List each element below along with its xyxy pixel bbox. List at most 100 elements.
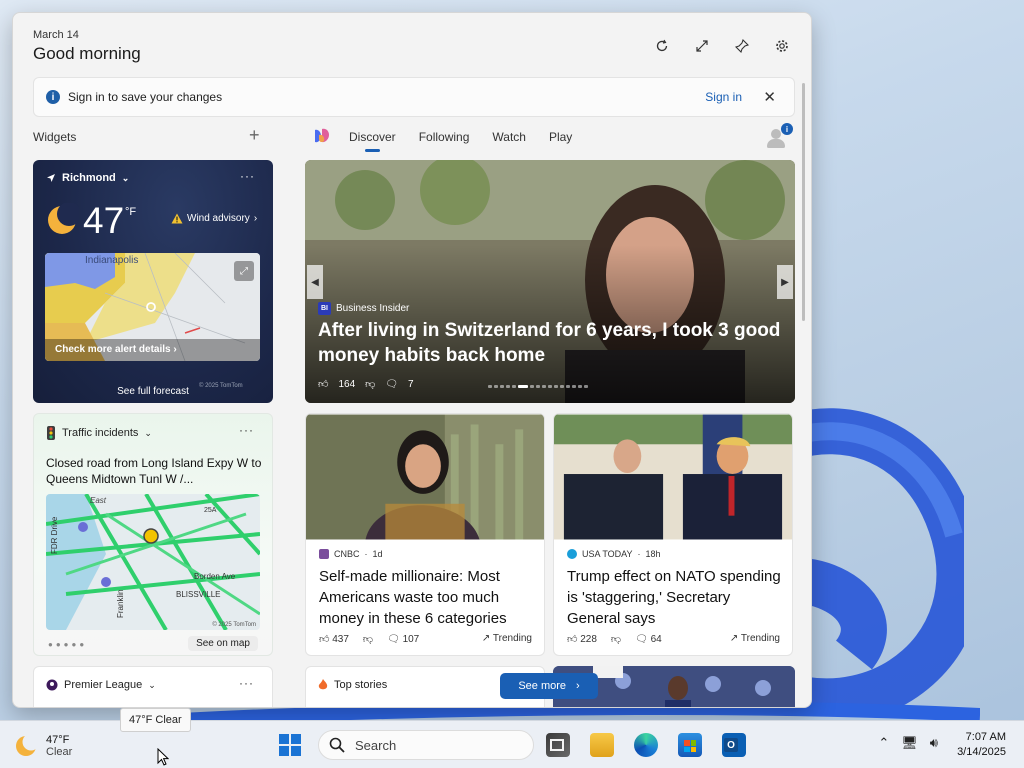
avatar-body	[767, 139, 785, 148]
article-image	[554, 414, 792, 540]
article-image	[306, 414, 544, 540]
search-icon	[329, 737, 345, 753]
comment-icon[interactable]: 🗨︎ 107	[387, 634, 419, 645]
check-alert-details-label: Check more alert details	[55, 344, 171, 355]
carousel-dots[interactable]: ●●●●●	[48, 640, 87, 649]
close-icon[interactable]: ✕	[763, 88, 776, 106]
weather-alert-map[interactable]: Indianapolis ⤢ Check more alert details …	[45, 253, 260, 361]
expand-map-icon[interactable]: ⤢	[234, 261, 254, 281]
volume-icon[interactable]: 🔊︎	[930, 735, 938, 751]
map-label-borden: Borden Ave	[194, 572, 236, 581]
traffic-widget[interactable]: Traffic incidents ⌄ ··· Closed road from…	[33, 413, 273, 656]
usa-today-logo-icon	[567, 549, 577, 559]
see-full-forecast-link[interactable]: See full forecast	[33, 386, 273, 397]
more-options-icon[interactable]: ···	[239, 423, 254, 437]
tab-discover[interactable]: Discover	[349, 130, 396, 152]
task-view-icon[interactable]	[546, 733, 570, 757]
microsoft-store-icon[interactable]	[678, 733, 702, 757]
article-title[interactable]: Trump effect on NATO spending is 'stagge…	[567, 566, 785, 629]
hero-comment-count: 7	[408, 378, 414, 390]
feed-scrollbar[interactable]	[802, 83, 805, 321]
moon-icon	[16, 734, 38, 756]
notification-badge-icon: i	[781, 123, 793, 135]
tab-play[interactable]: Play	[549, 130, 572, 144]
hero-next-icon[interactable]: ▶	[777, 265, 793, 299]
premier-league-widget[interactable]: Premier League ⌄ ···	[33, 666, 273, 707]
map-label-franklin: Franklin	[116, 589, 125, 618]
hero-source: BI Business Insider	[318, 302, 409, 315]
article-source-label: CNBC	[334, 549, 360, 559]
weather-unit: °F	[125, 206, 137, 218]
traffic-incident-text: Closed road from Long Island Expy W to Q…	[46, 456, 262, 486]
comment-icon[interactable]: 🗨︎	[385, 379, 398, 390]
tab-watch[interactable]: Watch	[492, 130, 526, 144]
premier-league-title[interactable]: Premier League ⌄	[46, 679, 156, 691]
wind-advisory-label: Wind advisory	[187, 213, 250, 224]
weather-tooltip: 47°F Clear	[120, 708, 191, 732]
dislike-icon[interactable]: 👎︎	[363, 633, 373, 645]
expand-icon[interactable]	[693, 37, 711, 55]
article-source: USA TODAY · 18h	[567, 549, 661, 559]
see-more-button[interactable]: See more ›	[500, 673, 598, 699]
windows-icon[interactable]	[279, 734, 301, 756]
clock-date: 3/14/2025	[957, 746, 1006, 758]
comment-count: 64	[650, 633, 662, 645]
hero-pager[interactable]	[488, 385, 588, 388]
like-icon[interactable]: 👍︎ 228	[567, 633, 597, 645]
hero-reactions: 👍︎ 164 👎︎ 🗨︎ 7	[318, 378, 414, 391]
see-on-map-button[interactable]: See on map	[188, 636, 258, 651]
weather-location[interactable]: Richmond ⌄	[46, 172, 129, 184]
outlook-icon[interactable]: O	[722, 733, 746, 757]
hero-article[interactable]: ◀ ▶ BI Business Insider After living in …	[305, 160, 795, 403]
file-explorer-icon[interactable]	[590, 733, 614, 757]
like-count: 228	[580, 634, 597, 645]
plus-icon[interactable]: +	[249, 125, 260, 146]
widgets-panel: March 14 Good morning i Sign in to save …	[12, 12, 812, 708]
more-options-icon[interactable]: ···	[239, 676, 254, 690]
warning-icon	[171, 213, 183, 224]
wind-advisory-link[interactable]: Wind advisory ›	[171, 213, 257, 224]
chevron-up-icon[interactable]: ⌃	[878, 735, 889, 751]
top-stories-title: Top stories	[318, 679, 387, 691]
cnbc-logo-icon	[319, 549, 329, 559]
map-label-fdr: FDR Drive	[50, 516, 59, 554]
see-more-label: See more	[518, 680, 567, 692]
avatar-head	[771, 129, 781, 139]
chevron-down-icon: ⌄	[144, 427, 152, 438]
hero-prev-icon[interactable]: ◀	[307, 265, 323, 299]
dislike-icon[interactable]: 👎︎	[365, 378, 375, 390]
signin-banner: i Sign in to save your changes Sign in ✕	[33, 77, 795, 117]
location-arrow-icon	[47, 174, 55, 182]
map-label-blissville: BLISSVILLE	[176, 590, 221, 599]
article-card[interactable]: USA TODAY · 18h Trump effect on NATO spe…	[553, 413, 793, 656]
tab-following[interactable]: Following	[419, 130, 470, 144]
top-stories-label: Top stories	[334, 679, 388, 691]
weather-widget[interactable]: Richmond ⌄ ··· 47 °F Wind advisory › Ind…	[33, 160, 273, 403]
check-alert-details-link[interactable]: Check more alert details ›	[55, 344, 177, 355]
profile-button[interactable]: i	[765, 123, 793, 151]
trending-label: Trending	[740, 633, 780, 644]
network-icon[interactable]: 🖥︎	[901, 735, 918, 751]
article-title[interactable]: Self-made millionaire: Most Americans wa…	[319, 566, 537, 629]
signin-link[interactable]: Sign in	[705, 90, 742, 104]
traffic-map[interactable]: East 25A Borden Ave BLISSVILLE Franklin …	[46, 494, 260, 630]
like-icon[interactable]: 👍︎	[318, 378, 328, 390]
traffic-title[interactable]: Traffic incidents ⌄	[46, 426, 152, 440]
info-icon: i	[46, 90, 60, 104]
article-card[interactable]: CNBC · 1d Self-made millionaire: Most Am…	[305, 413, 545, 656]
taskbar-clock[interactable]: 7:07 AM 3/14/2025	[957, 730, 1006, 760]
comment-icon[interactable]: 🗨︎ 64	[635, 634, 662, 645]
pin-icon[interactable]	[733, 37, 751, 55]
gear-icon[interactable]	[773, 37, 791, 55]
taskbar-search-box[interactable]: Search	[318, 730, 534, 760]
refresh-icon[interactable]	[653, 37, 671, 55]
edge-browser-icon[interactable]	[634, 733, 658, 757]
hero-title[interactable]: After living in Switzerland for 6 years,…	[318, 318, 788, 368]
article-source-label: USA TODAY	[582, 549, 633, 559]
mouse-cursor-icon	[157, 748, 169, 766]
like-icon[interactable]: 👍︎ 437	[319, 633, 349, 645]
like-count: 437	[332, 634, 349, 645]
taskbar-weather-button[interactable]: 47°F Clear	[14, 729, 174, 763]
more-options-icon[interactable]: ···	[240, 169, 255, 183]
dislike-icon[interactable]: 👎︎	[611, 633, 621, 645]
